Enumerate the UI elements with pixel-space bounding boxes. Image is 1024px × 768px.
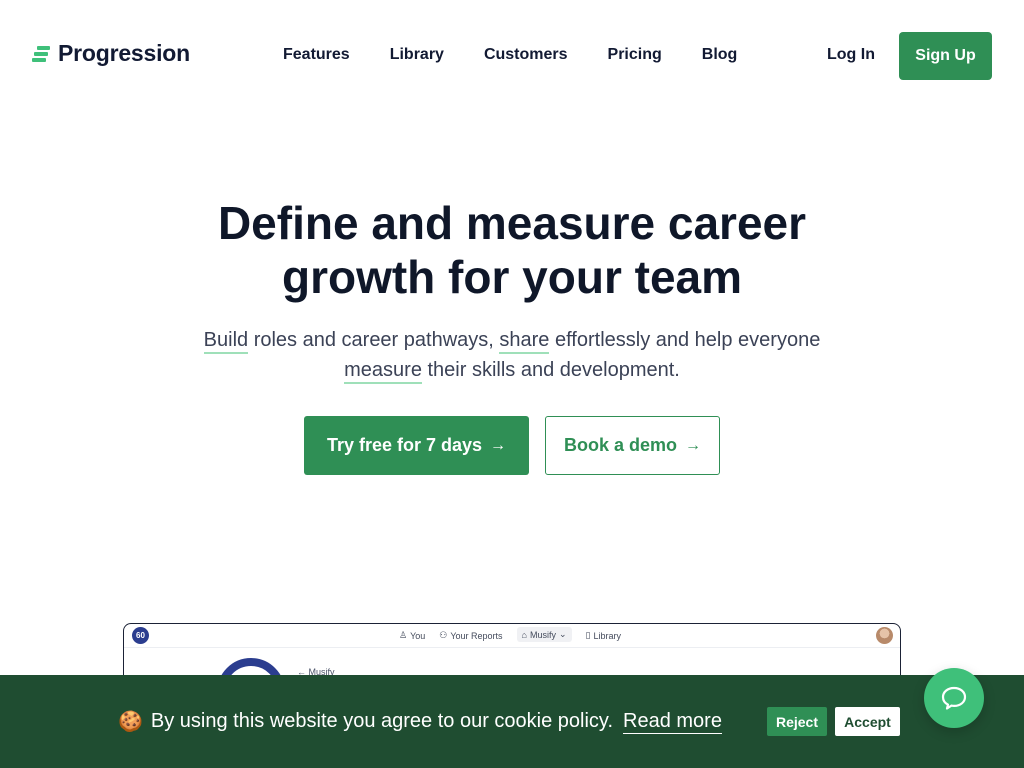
- book-demo-label: Book a demo: [563, 435, 678, 455]
- try-free-label: Try free for 7 days: [326, 435, 483, 455]
- org-icon: ⌂: [521, 629, 527, 640]
- chat-launcher-button[interactable]: [924, 668, 984, 728]
- preview-nav-label: Library: [593, 630, 622, 641]
- cookie-text: By using this website you agree to our c…: [150, 710, 614, 732]
- nav-link-library[interactable]: Library: [390, 46, 444, 64]
- cookie-reject-button[interactable]: Reject: [767, 707, 827, 736]
- subtitle-text-2: effortlessly and help everyone: [549, 329, 821, 351]
- book-demo-button[interactable]: Book a demo →: [545, 416, 720, 475]
- preview-nav-label: Musify: [529, 629, 556, 640]
- cookie-icon: 🍪: [118, 711, 143, 733]
- preview-nav-reports: ⚇ Your Reports: [439, 629, 502, 642]
- preview-nav-musify: ⌂ Musify ⌄: [516, 627, 572, 642]
- cookie-message: 🍪 By using this website you agree to our…: [118, 709, 722, 734]
- person-icon: ♙: [399, 630, 408, 640]
- try-free-button[interactable]: Try free for 7 days →: [304, 416, 529, 475]
- nav-link-pricing[interactable]: Pricing: [608, 46, 662, 64]
- preview-nav-label: Your Reports: [450, 630, 503, 641]
- hero-subtitle: Build roles and career pathways, share e…: [150, 325, 874, 385]
- preview-avatar: [876, 627, 893, 644]
- arrow-right-icon: →: [490, 436, 507, 454]
- preview-nav: ♙ You ⚇ Your Reports ⌂ Musify ⌄ ▯ Librar…: [399, 627, 621, 642]
- logo[interactable]: Progression: [32, 40, 190, 67]
- nav-links: Features Library Customers Pricing Blog: [283, 46, 737, 64]
- page: Progression Features Library Customers P…: [0, 0, 1024, 768]
- chat-bubble-icon: [941, 686, 967, 710]
- logo-text: Progression: [58, 40, 191, 66]
- subtitle-text-3: their skills and development.: [421, 359, 680, 381]
- chevron-down-icon: ⌄: [559, 629, 567, 639]
- signup-button[interactable]: Sign Up: [899, 32, 992, 80]
- nav-link-customers[interactable]: Customers: [484, 46, 568, 64]
- hero-title-line-2: growth for your team: [281, 251, 743, 303]
- nav-link-features[interactable]: Features: [283, 46, 350, 64]
- login-link[interactable]: Log In: [827, 46, 875, 64]
- highlight-measure: measure: [344, 359, 422, 384]
- highlight-build: Build: [203, 329, 249, 354]
- subtitle-text-1: roles and career pathways,: [248, 329, 500, 351]
- highlight-share: share: [499, 329, 550, 354]
- preview-nav-you: ♙ You: [399, 629, 425, 642]
- top-nav: Progression Features Library Customers P…: [0, 0, 1024, 112]
- preview-topbar: 60 ♙ You ⚇ Your Reports ⌂ Musify ⌄ ▯ Lib: [124, 624, 900, 648]
- nav-link-blog[interactable]: Blog: [702, 46, 738, 64]
- preview-app-logo: 60: [132, 627, 149, 644]
- cookie-read-more-link[interactable]: Read more: [623, 710, 722, 734]
- book-icon: ▯: [585, 630, 591, 640]
- hero-title: Define and measure career growth for you…: [0, 196, 1024, 304]
- arrow-right-icon: →: [685, 436, 702, 454]
- hero-title-line-1: Define and measure career: [217, 197, 807, 249]
- people-icon: ⚇: [439, 630, 448, 640]
- preview-nav-label: You: [410, 630, 426, 641]
- cookie-accept-button[interactable]: Accept: [835, 707, 900, 736]
- preview-nav-library: ▯ Library: [586, 629, 621, 642]
- logo-mark-icon: [32, 45, 50, 63]
